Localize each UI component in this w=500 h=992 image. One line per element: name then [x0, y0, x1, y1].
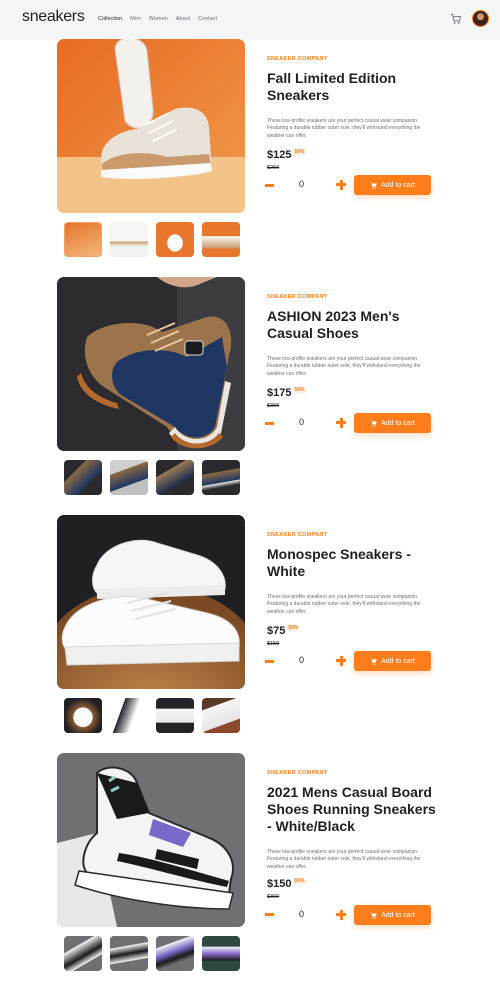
thumbnail[interactable]: [64, 460, 102, 495]
discount-badge: 50%: [293, 387, 306, 393]
company-label: SNEAKER COMPANY: [267, 532, 328, 538]
quantity-value: 0: [299, 179, 305, 189]
product-main-image[interactable]: [57, 277, 245, 451]
add-to-cart-label: Add to cart: [381, 181, 415, 189]
old-price: $150: [267, 641, 280, 647]
minus-icon[interactable]: [264, 909, 275, 920]
product-title: ASHION 2023 Men's Casual Shoes: [267, 308, 400, 341]
old-price: $250: [267, 165, 280, 171]
plus-icon[interactable]: [336, 655, 347, 666]
sneaker-image: [57, 515, 245, 689]
add-to-cart-button[interactable]: Add to cart: [354, 905, 431, 925]
product-main-image[interactable]: [57, 515, 245, 689]
company-label: SNEAKER COMPANY: [267, 294, 328, 300]
product-title: 2021 Mens Casual Board Shoes Running Sne…: [267, 784, 436, 834]
product-price: $150 50%: [267, 878, 306, 890]
plus-icon[interactable]: [336, 417, 347, 428]
company-label: SNEAKER COMPANY: [267, 770, 328, 776]
thumbnail[interactable]: [110, 698, 148, 733]
thumbnail[interactable]: [64, 936, 102, 971]
add-to-cart-label: Add to cart: [381, 911, 415, 919]
sneaker-image: [57, 277, 245, 451]
thumbnail[interactable]: [156, 698, 194, 733]
thumbnail-list: [64, 936, 240, 971]
add-to-cart-button[interactable]: Add to cart: [354, 651, 431, 671]
thumbnail[interactable]: [156, 936, 194, 971]
product-price: $175 50%: [267, 387, 306, 399]
thumbnail[interactable]: [202, 936, 240, 971]
thumbnail[interactable]: [202, 222, 240, 257]
cart-icon: [370, 420, 377, 427]
add-to-cart-button[interactable]: Add to cart: [354, 413, 431, 433]
nav-item-about[interactable]: About: [176, 16, 190, 22]
thumbnail[interactable]: [64, 222, 102, 257]
nav-item-collection[interactable]: Collection: [98, 16, 122, 22]
company-label: SNEAKER COMPANY: [267, 56, 328, 62]
product-description: These low-profile sneakers are your perf…: [267, 356, 421, 377]
product-card: SNEAKER COMPANY 2021 Mens Casual Board S…: [0, 753, 500, 991]
add-to-cart-button[interactable]: Add to cart: [354, 175, 431, 195]
plus-icon[interactable]: [336, 179, 347, 190]
cart-icon: [370, 912, 377, 919]
sneaker-image: [57, 753, 245, 927]
product-card: SNEAKER COMPANY Monospec Sneakers - Whit…: [0, 515, 500, 753]
nav-item-men[interactable]: Men: [130, 16, 141, 22]
nav-item-women[interactable]: Women: [149, 16, 168, 22]
avatar[interactable]: [472, 10, 489, 27]
add-to-cart-label: Add to cart: [381, 657, 415, 665]
product-title: Monospec Sneakers - White: [267, 546, 411, 579]
logo[interactable]: sneakers: [22, 8, 85, 26]
thumbnail-list: [64, 460, 240, 495]
thumbnail[interactable]: [156, 222, 194, 257]
current-price: $75: [267, 625, 286, 637]
thumbnail[interactable]: [110, 222, 148, 257]
quantity-value: 0: [299, 417, 305, 427]
product-description: These low-profile sneakers are your perf…: [267, 594, 421, 615]
plus-icon[interactable]: [336, 909, 347, 920]
cart-icon[interactable]: [450, 13, 462, 25]
minus-icon[interactable]: [264, 180, 275, 191]
quantity-value: 0: [299, 909, 305, 919]
current-price: $125: [267, 149, 292, 161]
thumbnail[interactable]: [202, 698, 240, 733]
thumbnail[interactable]: [110, 460, 148, 495]
add-to-cart-label: Add to cart: [381, 419, 415, 427]
thumbnail[interactable]: [202, 460, 240, 495]
current-price: $150: [267, 878, 292, 890]
site-header: sneakers Collection Men Women About Cont…: [0, 0, 500, 40]
old-price: $350: [267, 403, 280, 409]
nav-item-contact[interactable]: Contact: [198, 16, 217, 22]
product-title: Fall Limited Edition Sneakers: [267, 70, 397, 103]
old-price: $300: [267, 894, 280, 900]
thumbnail[interactable]: [156, 460, 194, 495]
quantity-value: 0: [299, 655, 305, 665]
sneaker-image: [57, 39, 245, 213]
thumbnail-list: [64, 222, 240, 257]
product-description: These low-profile sneakers are your perf…: [267, 849, 421, 870]
product-card: SNEAKER COMPANY Fall Limited Edition Sne…: [0, 39, 500, 277]
thumbnail[interactable]: [110, 936, 148, 971]
product-main-image[interactable]: [57, 39, 245, 213]
product-main-image[interactable]: [57, 753, 245, 927]
main-nav: Collection Men Women About Contact: [98, 16, 217, 22]
product-card: SNEAKER COMPANY ASHION 2023 Men's Casual…: [0, 277, 500, 515]
thumbnail-list: [64, 698, 240, 733]
discount-badge: 50%: [287, 625, 300, 631]
product-price: $125 50%: [267, 149, 306, 161]
cart-icon: [370, 658, 377, 665]
minus-icon[interactable]: [264, 418, 275, 429]
discount-badge: 50%: [293, 149, 306, 155]
current-price: $175: [267, 387, 292, 399]
product-price: $75 50%: [267, 625, 300, 637]
thumbnail[interactable]: [64, 698, 102, 733]
product-description: These low-profile sneakers are your perf…: [267, 118, 421, 139]
cart-icon: [370, 182, 377, 189]
minus-icon[interactable]: [264, 656, 275, 667]
discount-badge: 50%: [293, 878, 306, 884]
